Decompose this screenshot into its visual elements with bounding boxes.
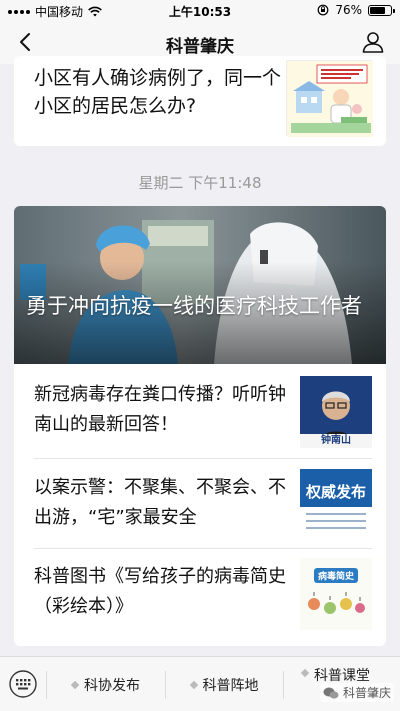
article-card-main: 勇于冲向抗疫一线的医疗科技工作者 新冠病毒存在粪口传播？听听钟南山的最新回答！ … bbox=[14, 206, 386, 646]
wechat-icon bbox=[323, 687, 339, 699]
menu-dot-icon bbox=[70, 680, 80, 689]
message-timestamp: 星期二 下午11:48 bbox=[138, 174, 262, 192]
article-card-top[interactable]: 小区有人确诊病例了，同一个小区的居民怎么办? bbox=[14, 56, 386, 146]
menu-item-kepu-zhendi[interactable]: 科普阵地 bbox=[166, 657, 283, 711]
menu-item-label: 科普课堂 bbox=[314, 668, 370, 684]
article-title: 小区有人确诊病例了，同一个小区的居民怎么办? bbox=[34, 67, 282, 117]
hero-article[interactable]: 勇于冲向抗疫一线的医疗科技工作者 bbox=[14, 206, 386, 364]
article-thumbnail: 病毒简史 bbox=[300, 558, 372, 630]
menu-dot-icon bbox=[300, 668, 310, 678]
virus-cartoon-icon bbox=[308, 592, 365, 614]
thumb-text-lines bbox=[300, 507, 372, 541]
battery-icon bbox=[368, 4, 395, 16]
menu-item-kexie-fabu[interactable]: 科协发布 bbox=[47, 657, 165, 711]
battery-percent: 76% bbox=[335, 3, 362, 17]
hero-photo bbox=[14, 206, 386, 364]
thumb-caption: 权威发布 bbox=[305, 483, 366, 501]
article-thumbnail: 权威发布 bbox=[300, 469, 372, 541]
keyboard-icon[interactable] bbox=[8, 669, 38, 699]
profile-icon[interactable] bbox=[360, 29, 386, 55]
list-item[interactable]: 科普图书《写给孩子的病毒简史（彩绘本）》 病毒简史 bbox=[14, 548, 386, 638]
status-bar: 中国移动 上午10:53 76% bbox=[0, 0, 400, 20]
article-thumbnail: 钟南山 bbox=[300, 376, 372, 448]
list-item[interactable]: 以案示警：不聚集、不聚会、不出游，“宅”家最安全 权威发布 bbox=[14, 459, 386, 549]
menu-dot-icon bbox=[189, 680, 198, 689]
list-item[interactable]: 新冠病毒存在粪口传播？听听钟南山的最新回答！ 钟南山 bbox=[14, 366, 386, 456]
article-thumbnail bbox=[286, 60, 373, 137]
thumb-caption: 钟南山 bbox=[321, 435, 351, 446]
hero-title: 勇于冲向抗疫一线的医疗科技工作者 bbox=[26, 294, 362, 318]
cartoon-illustration-icon bbox=[287, 61, 373, 137]
article-title: 以案示警：不聚集、不聚会、不出游，“宅”家最安全 bbox=[34, 477, 286, 528]
status-right: 76% bbox=[317, 3, 395, 17]
menu-item-label: 科普阵地 bbox=[202, 677, 259, 694]
menu-item-label: 科协发布 bbox=[84, 677, 140, 694]
bottom-menu: 科协发布 科普阵地 科普课堂 科普肇庆 bbox=[0, 656, 400, 711]
article-title: 新冠病毒存在粪口传播？听听钟南山的最新回答！ bbox=[34, 384, 286, 435]
rotation-lock-icon bbox=[317, 4, 329, 16]
watermark: 科普肇庆 bbox=[319, 683, 394, 702]
article-title: 科普图书《写给孩子的病毒简史（彩绘本）》 bbox=[34, 566, 286, 617]
watermark-text: 科普肇庆 bbox=[342, 686, 391, 700]
page-title: 科普肇庆 bbox=[166, 37, 234, 57]
